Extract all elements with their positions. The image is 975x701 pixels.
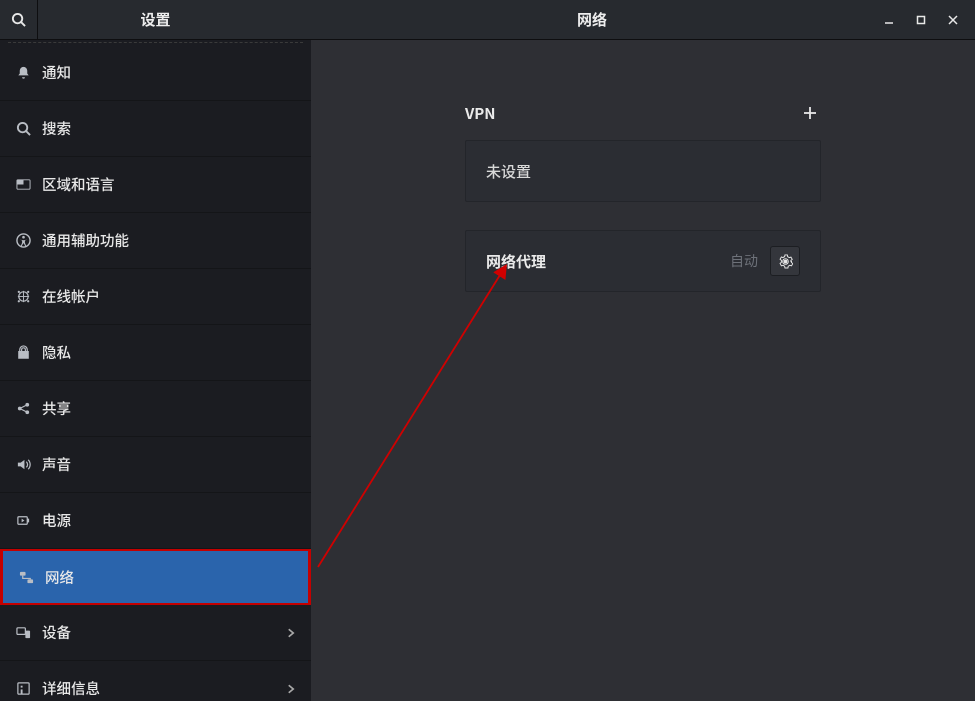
sidebar: 设置 通知 搜索 区域和语言 bbox=[0, 0, 311, 701]
vpn-section-header: VPN bbox=[465, 102, 821, 124]
sidebar-item-details[interactable]: 详细信息 bbox=[0, 661, 311, 701]
sidebar-item-sharing[interactable]: 共享 bbox=[0, 381, 311, 437]
sidebar-item-label: 在线帐户 bbox=[42, 286, 100, 307]
sidebar-item-sound[interactable]: 声音 bbox=[0, 437, 311, 493]
sidebar-item-label: 通知 bbox=[42, 62, 71, 83]
bell-icon bbox=[14, 64, 32, 82]
content-area: VPN 未设置 网络代理 自动 bbox=[311, 40, 975, 701]
network-icon bbox=[17, 568, 35, 586]
gear-icon bbox=[778, 254, 793, 269]
sidebar-item-accessibility[interactable]: 通用辅助功能 bbox=[0, 213, 311, 269]
sidebar-item-label: 通用辅助功能 bbox=[42, 230, 129, 251]
sidebar-item-privacy[interactable]: 隐私 bbox=[0, 325, 311, 381]
sidebar-search-button[interactable] bbox=[0, 0, 38, 40]
sidebar-item-label: 网络 bbox=[45, 567, 74, 588]
sound-icon bbox=[14, 456, 32, 474]
online-accounts-icon bbox=[14, 288, 32, 306]
vpn-empty-row: 未设置 bbox=[466, 141, 820, 201]
sidebar-header: 设置 bbox=[0, 0, 311, 40]
sidebar-item-label: 隐私 bbox=[42, 342, 71, 363]
sidebar-item-region-language[interactable]: 区域和语言 bbox=[0, 157, 311, 213]
proxy-card: 网络代理 自动 bbox=[465, 230, 821, 292]
accessibility-icon bbox=[14, 232, 32, 250]
window-controls bbox=[873, 4, 975, 36]
sidebar-item-label: 设备 bbox=[42, 622, 71, 643]
sidebar-title: 设置 bbox=[38, 9, 311, 30]
sidebar-item-network[interactable]: 网络 bbox=[0, 549, 311, 605]
proxy-row[interactable]: 网络代理 自动 bbox=[466, 231, 820, 291]
details-icon bbox=[14, 680, 32, 698]
main-header: 网络 bbox=[311, 0, 975, 40]
main-panel: 网络 VPN bbox=[311, 0, 975, 701]
minimize-button[interactable] bbox=[873, 4, 905, 36]
sidebar-item-label: 区域和语言 bbox=[42, 174, 115, 195]
search-icon bbox=[14, 120, 32, 138]
separator bbox=[8, 42, 303, 43]
vpn-empty-text: 未设置 bbox=[486, 161, 531, 182]
flag-icon bbox=[14, 176, 32, 194]
sidebar-item-label: 共享 bbox=[42, 398, 71, 419]
vpn-card: 未设置 bbox=[465, 140, 821, 202]
proxy-status: 自动 bbox=[730, 251, 758, 271]
chevron-right-icon bbox=[285, 627, 297, 639]
sidebar-item-devices[interactable]: 设备 bbox=[0, 605, 311, 661]
proxy-settings-button[interactable] bbox=[770, 246, 800, 276]
add-vpn-button[interactable] bbox=[799, 102, 821, 124]
close-button[interactable] bbox=[937, 4, 969, 36]
sidebar-item-power[interactable]: 电源 bbox=[0, 493, 311, 549]
chevron-right-icon bbox=[285, 683, 297, 695]
devices-icon bbox=[14, 624, 32, 642]
proxy-section: 网络代理 自动 bbox=[465, 230, 821, 292]
maximize-button[interactable] bbox=[905, 4, 937, 36]
sidebar-item-search[interactable]: 搜索 bbox=[0, 101, 311, 157]
power-icon bbox=[14, 512, 32, 530]
sidebar-item-label: 详细信息 bbox=[42, 678, 100, 699]
sidebar-item-label: 电源 bbox=[42, 510, 71, 531]
page-title: 网络 bbox=[311, 9, 873, 30]
sidebar-item-notifications[interactable]: 通知 bbox=[0, 45, 311, 101]
vpn-section: VPN 未设置 bbox=[465, 102, 821, 202]
sidebar-item-online-accounts[interactable]: 在线帐户 bbox=[0, 269, 311, 325]
sidebar-list: 通知 搜索 区域和语言 通用辅助功能 bbox=[0, 40, 311, 701]
search-icon bbox=[11, 12, 26, 27]
share-icon bbox=[14, 400, 32, 418]
privacy-icon bbox=[14, 344, 32, 362]
vpn-heading: VPN bbox=[465, 103, 496, 124]
sidebar-item-label: 搜索 bbox=[42, 118, 71, 139]
sidebar-item-label: 声音 bbox=[42, 454, 71, 475]
proxy-heading: 网络代理 bbox=[486, 251, 546, 272]
